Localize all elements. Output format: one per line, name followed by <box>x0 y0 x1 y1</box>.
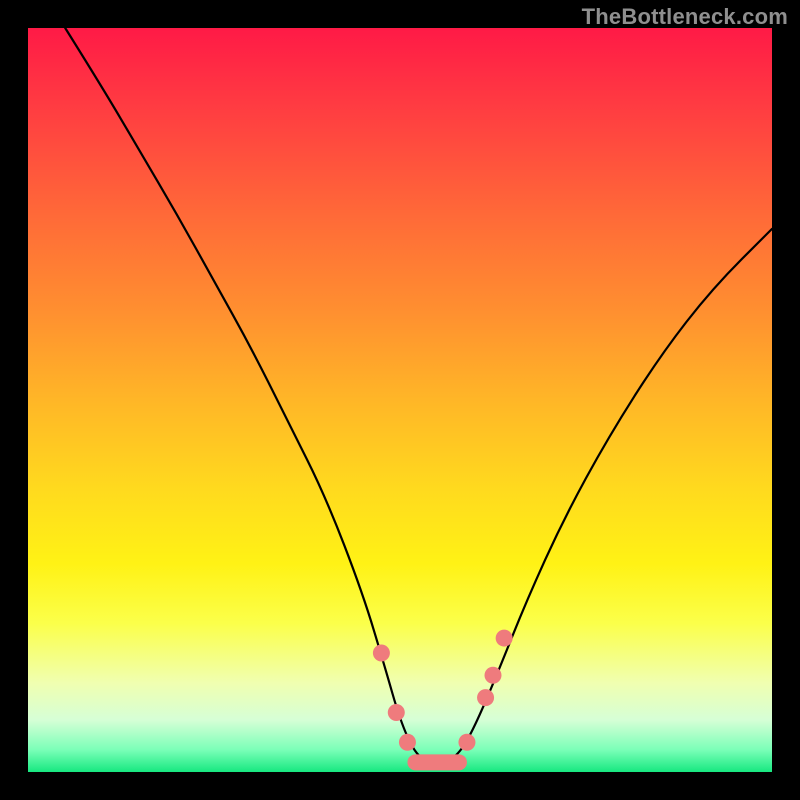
marker-dot <box>485 667 502 684</box>
marker-dot <box>388 704 405 721</box>
marker-dot <box>477 689 494 706</box>
marker-dot <box>399 734 416 751</box>
marker-bar <box>407 754 467 770</box>
chart-plot-area <box>28 28 772 772</box>
marker-dot <box>458 734 475 751</box>
watermark-text: TheBottleneck.com <box>582 4 788 30</box>
bottleneck-curve <box>65 28 772 763</box>
marker-dot <box>373 644 390 661</box>
marker-dot <box>496 630 513 647</box>
chart-svg <box>28 28 772 772</box>
